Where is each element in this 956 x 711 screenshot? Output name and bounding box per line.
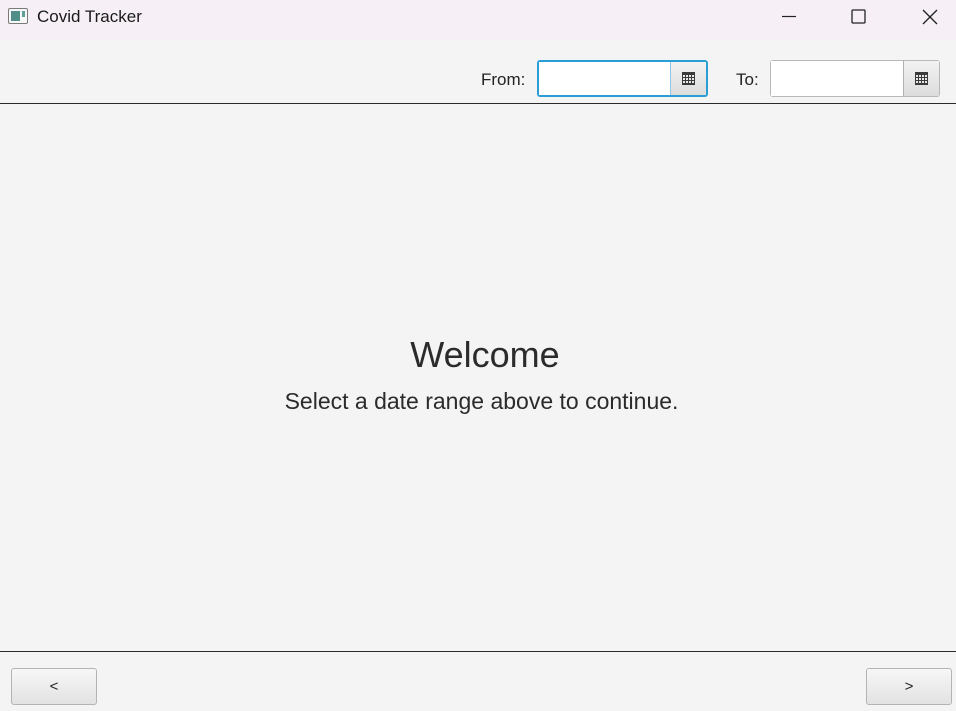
from-calendar-button[interactable]	[670, 62, 706, 95]
calendar-icon	[915, 72, 928, 85]
welcome-title: Welcome	[410, 334, 560, 375]
to-date-picker	[770, 60, 940, 97]
close-button[interactable]	[906, 0, 952, 34]
maximize-button[interactable]	[835, 0, 881, 34]
calendar-icon	[682, 72, 695, 85]
from-label: From:	[481, 70, 526, 89]
welcome-subtitle: Select a date range above to continue.	[284, 388, 679, 414]
to-calendar-button[interactable]	[903, 61, 939, 96]
from-date-input[interactable]	[539, 62, 670, 95]
window-title: Covid Tracker	[37, 7, 142, 26]
navigation-footer: < >	[0, 652, 956, 711]
next-button[interactable]: >	[866, 668, 952, 705]
from-date-picker	[537, 60, 708, 97]
previous-button[interactable]: <	[11, 668, 97, 705]
to-label: To:	[736, 70, 759, 89]
date-range-toolbar: From: To:	[0, 40, 956, 104]
minimize-icon	[782, 15, 796, 18]
maximize-icon	[851, 9, 866, 24]
title-bar: Covid Tracker	[0, 0, 956, 40]
close-icon	[922, 9, 938, 25]
to-date-input[interactable]	[771, 61, 903, 96]
welcome-panel: Welcome Select a date range above to con…	[0, 104, 956, 652]
app-icon	[8, 8, 28, 24]
app-window: Covid Tracker From: To: Welcome Select a…	[0, 0, 956, 711]
minimize-button[interactable]	[766, 0, 812, 34]
